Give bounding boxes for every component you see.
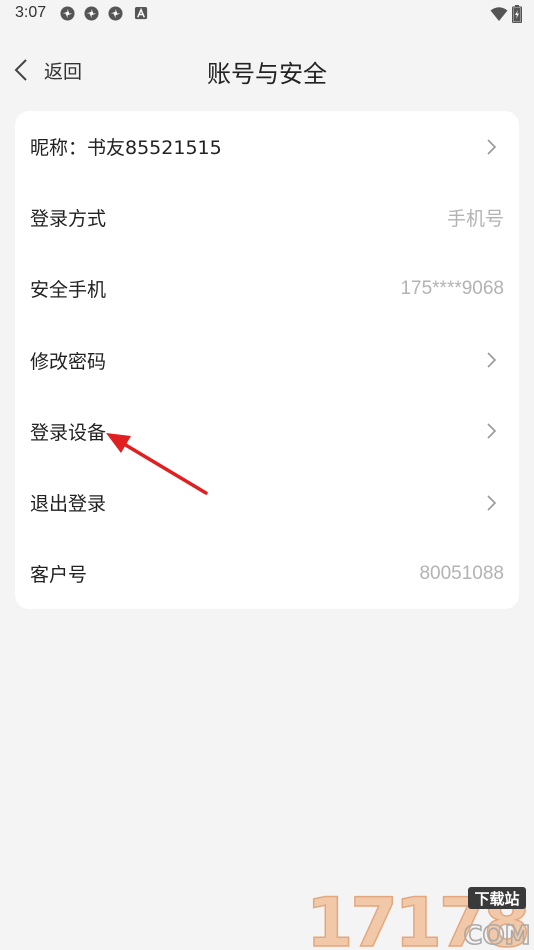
status-bar: 3:07: [0, 0, 534, 28]
pinwheel-icon: [84, 6, 99, 21]
status-time: 3:07: [15, 4, 47, 21]
watermark-logo: 17178 下载站 COM: [305, 884, 530, 950]
row-login-method: 登录方式 手机号: [15, 182, 519, 253]
page-title: 账号与安全: [207, 60, 327, 88]
row-label: 登录设备: [30, 421, 107, 444]
row-label: 退出登录: [30, 493, 107, 516]
row-change-password[interactable]: 修改密码: [15, 325, 519, 396]
row-logout[interactable]: 退出登录: [15, 467, 519, 538]
watermark-tag: 下载站: [474, 890, 519, 908]
row-security-phone: 安全手机 175****9068: [15, 253, 519, 324]
header: 返回 账号与安全: [0, 40, 534, 100]
row-value: 175****9068: [400, 277, 504, 299]
row-login-devices[interactable]: 登录设备: [15, 396, 519, 467]
chevron-right-icon: [487, 139, 497, 155]
watermark-domain: COM: [463, 921, 530, 950]
row-label: 客户号: [30, 564, 88, 587]
settings-card: 昵称：书友85521515 登录方式 手机号 安全手机 175****9068 …: [15, 111, 519, 609]
pinwheel-icon: [108, 6, 123, 21]
row-value: 80051088: [419, 562, 504, 584]
wifi-icon: [490, 7, 508, 21]
row-label: 安全手机: [30, 279, 107, 302]
row-value: 手机号: [446, 209, 504, 231]
chevron-right-icon: [487, 352, 497, 368]
chevron-right-icon: [487, 494, 497, 511]
row-label: 昵称：书友85521515: [30, 137, 222, 160]
battery-charging-icon: [512, 5, 522, 23]
row-label: 修改密码: [30, 350, 107, 373]
row-nickname[interactable]: 昵称：书友85521515: [15, 111, 519, 182]
pinwheel-icon: [60, 6, 75, 21]
chevron-right-icon: [487, 423, 497, 439]
row-customer-id: 客户号 80051088: [15, 538, 519, 609]
row-label: 登录方式: [30, 208, 107, 231]
a-box-icon: [134, 6, 148, 20]
